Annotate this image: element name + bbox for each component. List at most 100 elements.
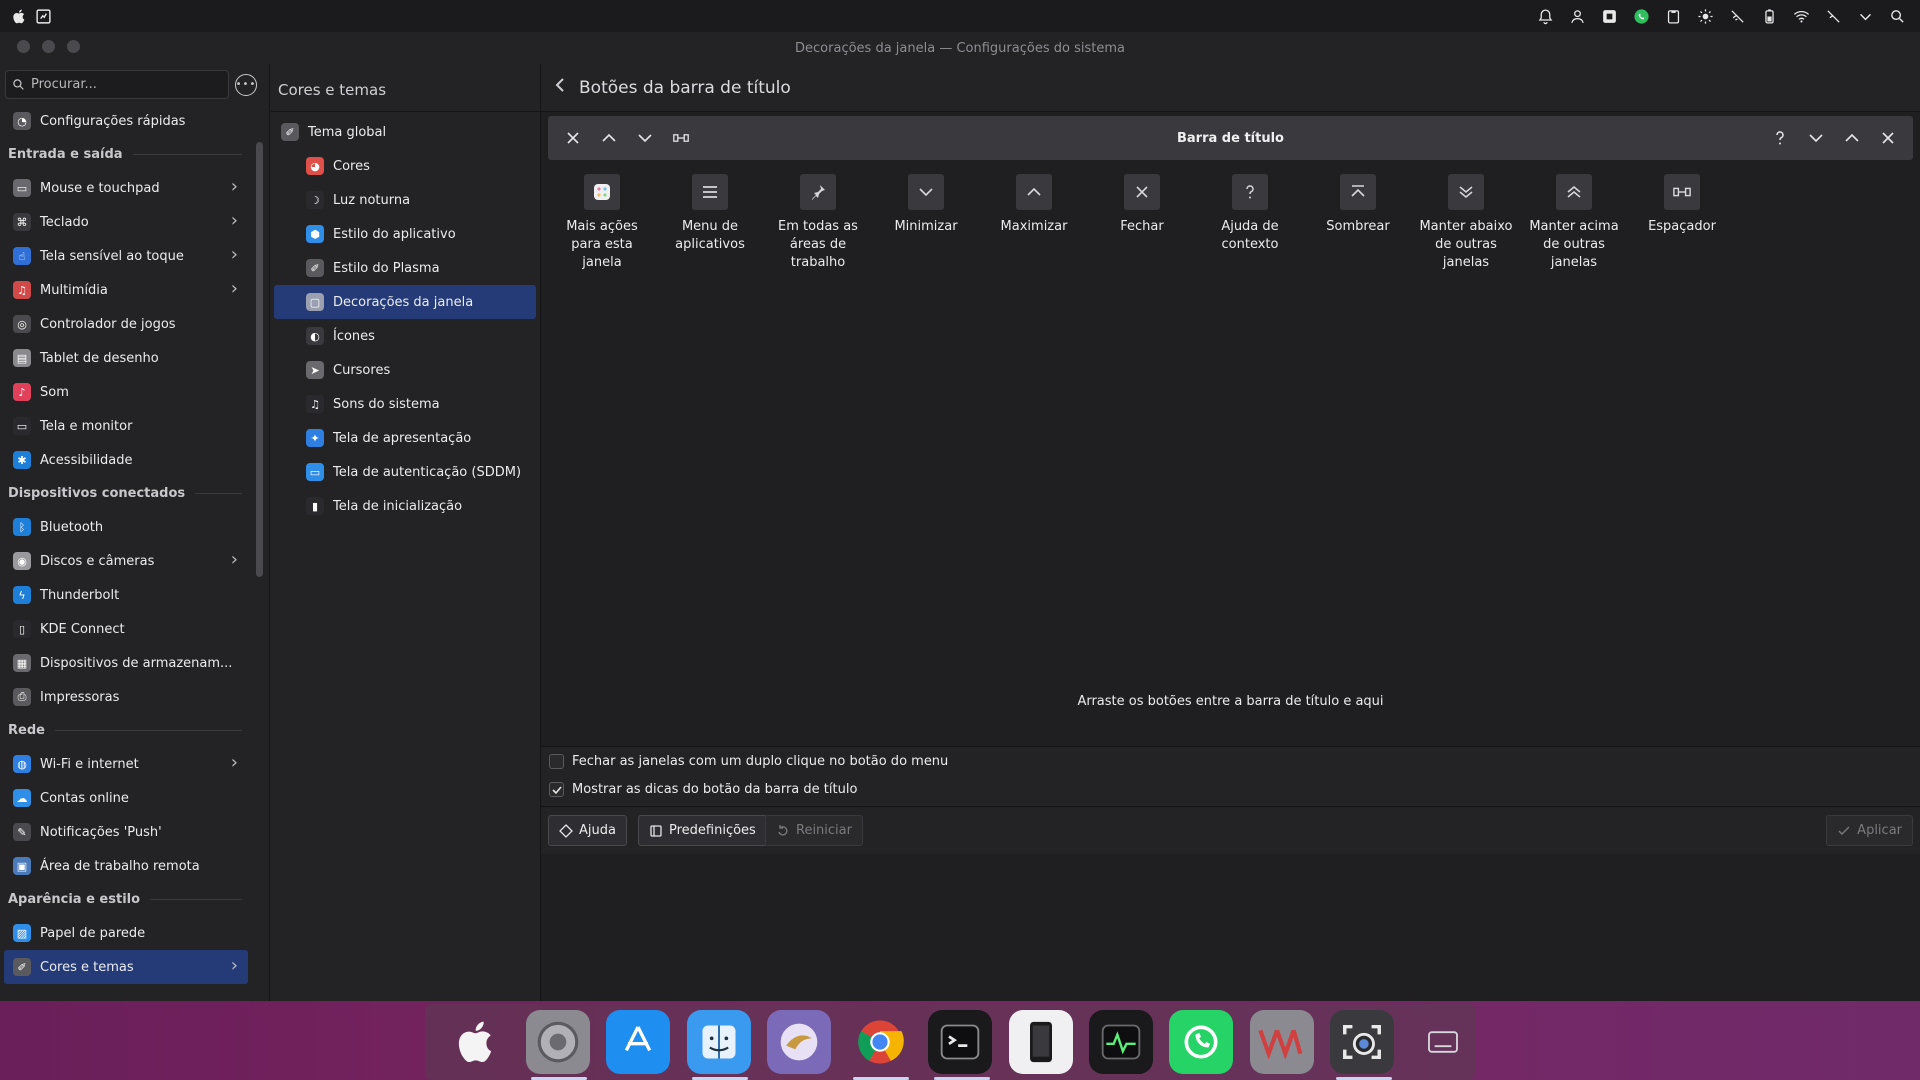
activities-icon[interactable] <box>34 7 52 25</box>
finder-dock-item[interactable] <box>686 1010 751 1080</box>
notifications-icon[interactable] <box>1536 7 1554 25</box>
maximize-icon[interactable] <box>1841 127 1863 149</box>
maximize-icon[interactable] <box>598 127 620 149</box>
apple-menu-icon[interactable] <box>10 7 28 25</box>
keep-above-icon[interactable] <box>1556 174 1592 210</box>
sidebar-item[interactable]: ▤ Tablet de desenho <box>4 341 248 375</box>
sidebar-item[interactable]: ◍ Wi-Fi e internet › <box>4 747 248 781</box>
maximize-window-button[interactable] <box>67 40 80 53</box>
category-item[interactable]: ♫ Sons do sistema <box>274 387 536 421</box>
pin-icon[interactable] <box>800 174 836 210</box>
close-icon[interactable] <box>1877 127 1899 149</box>
sidebar-item[interactable]: ⌘ Teclado › <box>4 205 248 239</box>
wifi-icon[interactable] <box>1792 7 1810 25</box>
sidebar-item[interactable]: ♫ Multimídia › <box>4 273 248 307</box>
vm-dock-item[interactable] <box>1249 1010 1314 1074</box>
palette-button[interactable]: Menu de aplicativos <box>656 174 764 272</box>
shade-icon[interactable] <box>1340 174 1376 210</box>
sidebar-item[interactable]: ⎙ Impressoras <box>4 680 248 714</box>
spacer-icon[interactable] <box>1664 174 1700 210</box>
whatsapp-tray-icon[interactable] <box>1632 7 1650 25</box>
sidebar-scrollbar[interactable] <box>256 142 263 577</box>
chrome-dock-item[interactable] <box>847 1010 911 1080</box>
category-item[interactable]: ▮ Tela de inicialização <box>274 489 536 523</box>
show-tooltips-checkbox[interactable] <box>549 782 564 797</box>
apple-dock-item[interactable] <box>445 1010 509 1074</box>
back-icon[interactable] <box>553 77 567 98</box>
sidebar-item[interactable]: ◔ Configurações rápidas <box>4 104 248 138</box>
palette-button[interactable]: Manter acima de outras janelas <box>1520 174 1628 272</box>
category-item[interactable]: ✦ Tela de apresentação <box>274 421 536 455</box>
phone-mirror-dock-item[interactable] <box>1008 1010 1073 1074</box>
category-item[interactable]: ◕ Cores <box>274 149 536 183</box>
clipboard-sync-icon[interactable] <box>1600 7 1618 25</box>
screenshot-dock-item[interactable] <box>1330 1010 1395 1080</box>
brightness-icon[interactable] <box>1696 7 1714 25</box>
keyboard-overlay-dock-item[interactable] <box>1411 1010 1475 1074</box>
sidebar-item[interactable]: ▭ Tela e monitor <box>4 409 248 443</box>
palette-button[interactable]: Minimizar <box>872 174 980 272</box>
close-double-click-option[interactable]: Fechar as janelas com um duplo clique no… <box>549 754 948 769</box>
category-item[interactable]: ✐ Estilo do Plasma <box>274 251 536 285</box>
app-store-dock-item[interactable] <box>606 1010 671 1074</box>
palette-button[interactable]: Em todas as áreas de trabalho <box>764 174 872 272</box>
terminal-dock-item[interactable] <box>928 1010 993 1080</box>
sidebar-item[interactable]: ◉ Discos e câmeras › <box>4 544 248 578</box>
sidebar-item[interactable]: ☝ Tela sensível ao toque › <box>4 239 248 273</box>
hamburger-menu-button[interactable]: ••• <box>235 73 257 96</box>
eagle-browser-dock-item[interactable] <box>767 1010 832 1074</box>
sidebar-item[interactable]: ▯ KDE Connect <box>4 612 248 646</box>
category-item[interactable]: ✐ Tema global <box>274 115 536 149</box>
category-item[interactable]: ◐ Ícones <box>274 319 536 353</box>
minimize-window-button[interactable] <box>42 40 55 53</box>
sidebar-item[interactable]: ✎ Notificações 'Push' <box>4 815 248 849</box>
battery-icon[interactable] <box>1760 7 1778 25</box>
sidebar-item[interactable]: ♪ Som <box>4 375 248 409</box>
show-tooltips-option[interactable]: Mostrar as dicas do botão da barra de tí… <box>549 782 857 797</box>
close-icon[interactable] <box>1124 174 1160 210</box>
search-input[interactable] <box>31 77 221 92</box>
spacer-icon[interactable] <box>670 127 692 149</box>
palette-button[interactable]: Ajuda de contexto <box>1196 174 1304 272</box>
sidebar-item[interactable]: ▣ Área de trabalho remota <box>4 849 248 883</box>
sidebar-item[interactable]: ☁ Contas online <box>4 781 248 815</box>
sidebar-item[interactable]: ▭ Mouse e touchpad › <box>4 171 248 205</box>
help-button[interactable]: Ajuda <box>548 815 627 846</box>
minimize-icon[interactable] <box>908 174 944 210</box>
hamburger-menu-icon[interactable] <box>692 174 728 210</box>
category-item[interactable]: ▢ Decorações da janela <box>274 285 536 319</box>
system-settings-dock-item[interactable] <box>525 1010 590 1080</box>
palette-button[interactable]: Maximizar <box>980 174 1088 272</box>
activity-monitor-dock-item[interactable] <box>1088 1010 1153 1074</box>
sidebar-item[interactable]: ✱ Acessibilidade <box>4 443 248 477</box>
clipboard-icon[interactable] <box>1664 7 1682 25</box>
presets-button[interactable]: Predefinições <box>638 815 767 846</box>
palette-button[interactable]: Fechar <box>1088 174 1196 272</box>
chevron-down-icon[interactable] <box>1856 7 1874 25</box>
maximize-icon[interactable] <box>1016 174 1052 210</box>
sidebar-item[interactable]: ✐ Cores e temas › <box>4 950 248 984</box>
close-icon[interactable] <box>562 127 584 149</box>
palette-button[interactable]: Sombrear <box>1304 174 1412 272</box>
mute-icon[interactable] <box>1824 7 1842 25</box>
keep-below-icon[interactable] <box>1448 174 1484 210</box>
palette-button[interactable]: Mais ações para esta janela <box>548 174 656 272</box>
help-icon[interactable] <box>1769 127 1791 149</box>
close-double-click-checkbox[interactable] <box>549 754 564 769</box>
more-actions-icon[interactable] <box>584 174 620 210</box>
close-window-button[interactable] <box>17 40 30 53</box>
apply-button[interactable]: Aplicar <box>1826 815 1913 846</box>
search-icon[interactable] <box>1888 7 1906 25</box>
minimize-icon[interactable] <box>634 127 656 149</box>
palette-button[interactable]: Manter abaixo de outras janelas <box>1412 174 1520 272</box>
help-icon[interactable] <box>1232 174 1268 210</box>
sidebar-item[interactable]: ᛒ Bluetooth <box>4 510 248 544</box>
category-item[interactable]: ▭ Tela de autenticação (SDDM) <box>274 455 536 489</box>
sidebar-item[interactable]: ϟ Thunderbolt <box>4 578 248 612</box>
minimize-icon[interactable] <box>1805 127 1827 149</box>
whatsapp-dock-item[interactable] <box>1169 1010 1234 1074</box>
network-disabled-icon[interactable] <box>1728 7 1746 25</box>
category-item[interactable]: ☽ Luz noturna <box>274 183 536 217</box>
titlebar-preview[interactable]: Barra de título <box>548 116 1913 160</box>
sidebar-item[interactable]: ▨ Papel de parede <box>4 916 248 950</box>
